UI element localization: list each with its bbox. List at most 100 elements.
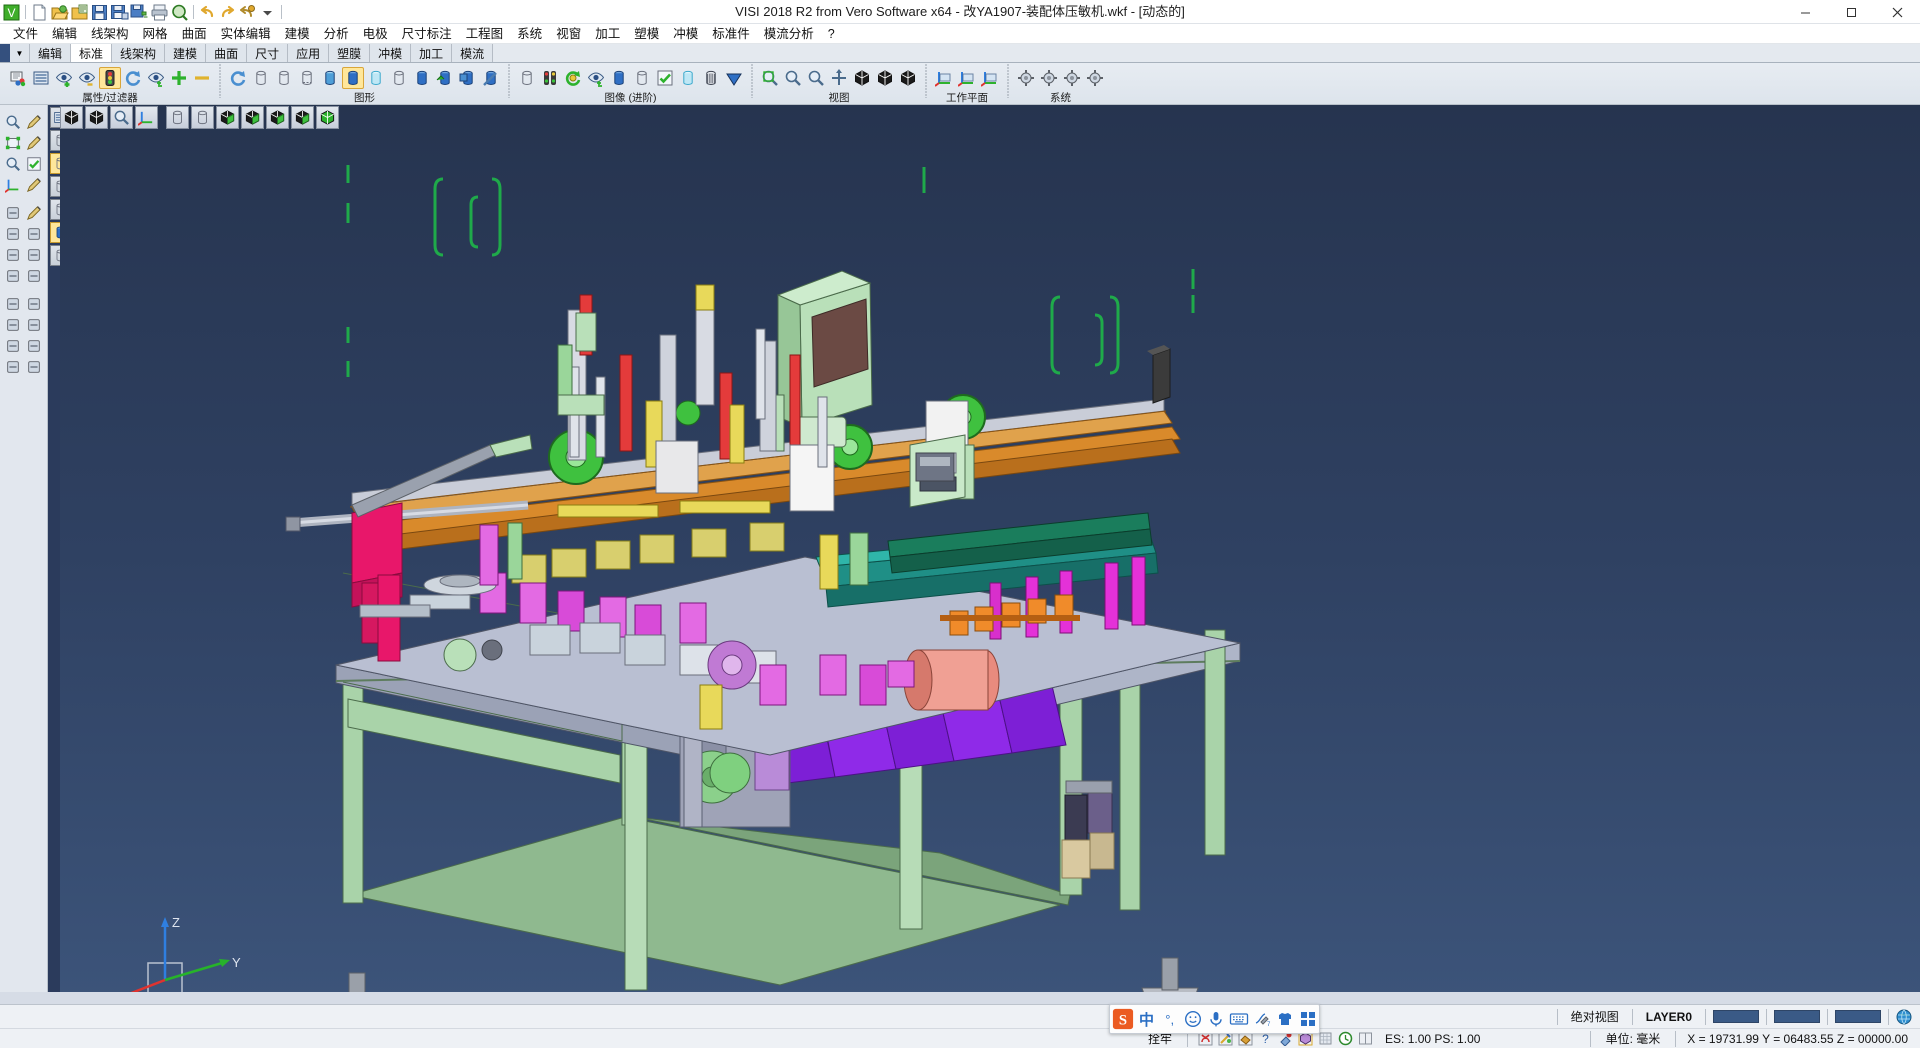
scale-icon[interactable] xyxy=(24,336,43,355)
show-add-icon[interactable] xyxy=(53,67,75,89)
check-green-icon[interactable] xyxy=(654,67,676,89)
render-settings-icon[interactable] xyxy=(480,67,502,89)
delete-icon[interactable] xyxy=(3,357,22,376)
measure-icon[interactable] xyxy=(3,203,22,222)
emoji-icon[interactable] xyxy=(1182,1008,1203,1030)
chamfer-icon[interactable] xyxy=(24,294,43,313)
view-iso-right-icon[interactable] xyxy=(241,106,264,129)
menu-item-9[interactable]: 尺寸标注 xyxy=(395,24,459,44)
trim-icon[interactable] xyxy=(3,245,22,264)
dynamic-view-icon[interactable] xyxy=(874,67,896,89)
outline-icon[interactable] xyxy=(388,67,410,89)
voice-input-icon[interactable] xyxy=(1205,1008,1226,1030)
menu-item-18[interactable]: ? xyxy=(821,24,842,44)
solid-blue-icon[interactable] xyxy=(608,67,630,89)
select-window-icon[interactable] xyxy=(3,133,22,152)
viewport-3d[interactable]: Z Y X xyxy=(60,105,1920,1004)
cone-blue-icon[interactable] xyxy=(723,67,745,89)
hidden-dashed-icon[interactable] xyxy=(296,67,318,89)
section-icon[interactable] xyxy=(411,67,433,89)
transparent-icon[interactable] xyxy=(365,67,387,89)
pattern-icon[interactable] xyxy=(3,315,22,334)
refresh-view-icon[interactable] xyxy=(122,67,144,89)
save-icon[interactable] xyxy=(90,3,109,22)
chevron-down-icon[interactable] xyxy=(258,3,277,22)
dynamic-render-icon[interactable] xyxy=(457,67,479,89)
open-project-icon[interactable] xyxy=(70,3,89,22)
visibility-light-icon[interactable] xyxy=(539,67,561,89)
system-colors-icon[interactable] xyxy=(1038,67,1060,89)
window-split-icon[interactable] xyxy=(1355,1029,1375,1048)
transparent-cyl-icon[interactable] xyxy=(677,67,699,89)
layer-manager-icon[interactable] xyxy=(30,67,52,89)
pan-icon[interactable] xyxy=(828,67,850,89)
zoom-all-icon[interactable] xyxy=(782,67,804,89)
system-config-icon[interactable] xyxy=(1015,67,1037,89)
new-file-icon[interactable] xyxy=(30,3,49,22)
menu-item-4[interactable]: 曲面 xyxy=(175,24,214,44)
array-icon[interactable] xyxy=(24,315,43,334)
view-zoom-icon[interactable] xyxy=(110,106,133,129)
handwriting-icon[interactable]: 7 xyxy=(1252,1008,1273,1030)
system-units-icon[interactable] xyxy=(1061,67,1083,89)
tab-dropdown-button[interactable]: ▼ xyxy=(10,44,30,62)
skin-icon[interactable] xyxy=(1275,1008,1296,1030)
menu-item-8[interactable]: 电极 xyxy=(356,24,395,44)
workplane-define-icon[interactable] xyxy=(933,67,955,89)
redo-icon[interactable] xyxy=(218,3,237,22)
minimize-button[interactable] xyxy=(1782,0,1828,24)
chinese-mode-icon[interactable]: 中 xyxy=(1136,1008,1157,1030)
ribbon-tab-4[interactable]: 曲面 xyxy=(206,44,247,62)
ribbon-tab-3[interactable]: 建模 xyxy=(165,44,206,62)
offset-icon[interactable] xyxy=(24,266,43,285)
ribbon-tab-2[interactable]: 线架构 xyxy=(112,44,165,62)
view-iso-solid-icon[interactable] xyxy=(166,106,189,129)
transform-icon[interactable] xyxy=(3,336,22,355)
print-preview-icon[interactable] xyxy=(170,3,189,22)
system-grid-icon[interactable] xyxy=(1084,67,1106,89)
zoom-pm-icon[interactable] xyxy=(3,154,22,173)
save-all-icon[interactable] xyxy=(130,3,149,22)
ribbon-tab-8[interactable]: 冲模 xyxy=(370,44,411,62)
menu-item-1[interactable]: 编辑 xyxy=(45,24,84,44)
zoom-magnifier-icon[interactable] xyxy=(3,112,22,131)
toggle-visibility-icon[interactable] xyxy=(145,67,167,89)
hidden-line-icon[interactable] xyxy=(273,67,295,89)
view-iso-left-icon[interactable] xyxy=(266,106,289,129)
macro-icon[interactable] xyxy=(238,3,257,22)
undo-icon[interactable] xyxy=(198,3,217,22)
menu-item-13[interactable]: 加工 xyxy=(588,24,627,44)
save-as-icon[interactable] xyxy=(110,3,129,22)
status-field-1[interactable] xyxy=(1713,1010,1759,1023)
remove-minus-icon[interactable] xyxy=(191,67,213,89)
toolbox-icon[interactable] xyxy=(1298,1008,1319,1030)
ribbon-tab-5[interactable]: 尺寸 xyxy=(247,44,288,62)
view-iso-top-icon[interactable] xyxy=(291,106,314,129)
workplane-origin-icon[interactable] xyxy=(956,67,978,89)
menu-item-10[interactable]: 工程图 xyxy=(459,24,511,44)
edit-curve-icon[interactable] xyxy=(24,133,43,152)
view-list-icon[interactable] xyxy=(897,67,919,89)
ribbon-tab-6[interactable]: 应用 xyxy=(288,44,329,62)
menu-item-3[interactable]: 网格 xyxy=(136,24,175,44)
soft-keyboard-icon[interactable] xyxy=(1229,1008,1250,1030)
tab-strip-grip[interactable] xyxy=(0,44,10,62)
solid-grey-icon[interactable] xyxy=(631,67,653,89)
close-button[interactable] xyxy=(1874,0,1920,24)
mirror-icon[interactable] xyxy=(3,266,22,285)
ribbon-tab-10[interactable]: 模流 xyxy=(452,44,493,62)
extend-icon[interactable] xyxy=(24,245,43,264)
show-remove-icon[interactable] xyxy=(76,67,98,89)
blank-element-icon[interactable] xyxy=(516,67,538,89)
ribbon-tab-1[interactable]: 标准 xyxy=(71,44,112,62)
regenerate-icon[interactable] xyxy=(227,67,249,89)
axis-arrows-icon[interactable] xyxy=(3,175,22,194)
zoom-scale-icon[interactable] xyxy=(805,67,827,89)
mesh-cyl-icon[interactable] xyxy=(700,67,722,89)
menu-item-14[interactable]: 塑模 xyxy=(627,24,666,44)
view-iso-wire-icon[interactable] xyxy=(191,106,214,129)
menu-item-11[interactable]: 系统 xyxy=(510,24,549,44)
chain-icon[interactable] xyxy=(24,224,43,243)
menu-item-12[interactable]: 视窗 xyxy=(549,24,588,44)
menu-item-16[interactable]: 标准件 xyxy=(705,24,757,44)
